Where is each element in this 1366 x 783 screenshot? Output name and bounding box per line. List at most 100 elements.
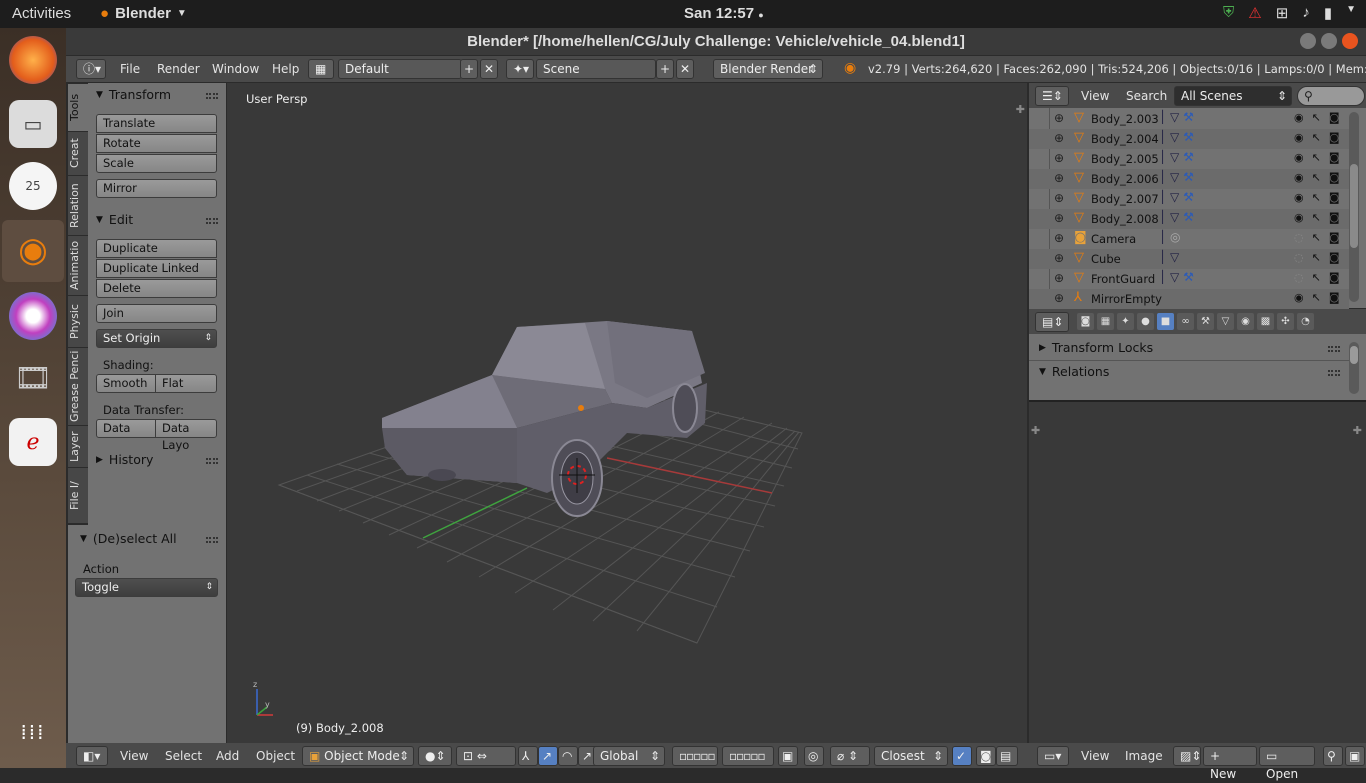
render-button[interactable]: ◙ (976, 746, 996, 766)
editor-type-button[interactable]: ▤⇕ (1035, 312, 1069, 332)
eye-icon[interactable]: ◉ (1294, 291, 1304, 304)
scrollbar-thumb[interactable] (1350, 164, 1358, 248)
mesh-data-icon[interactable]: ▽ (1170, 270, 1179, 284)
battery-icon[interactable]: ▮ (1324, 4, 1332, 22)
outliner-row[interactable]: ⊕ ⅄ MirrorEmpty ◉ ↖ ◙ (1029, 289, 1349, 309)
constraints-tab-icon[interactable]: ∞ (1177, 313, 1194, 330)
mirror-button[interactable]: Mirror (96, 179, 217, 198)
eye-icon[interactable]: ◉ (1294, 111, 1304, 124)
translate-manipulator[interactable]: ↗ (538, 746, 558, 766)
menu-object[interactable]: Object (256, 749, 295, 763)
render-animation-button[interactable]: ▤ (996, 746, 1018, 766)
viewport-shading-select[interactable]: ●⇕ (418, 746, 452, 766)
layers-row-1[interactable]: ▫▫▫▫▫ (672, 746, 718, 766)
editor-type-button[interactable]: ◧▾ (76, 746, 108, 766)
object-name[interactable]: Body_2.004 (1091, 132, 1159, 146)
manipulator-toggle[interactable]: ⅄ (518, 746, 538, 766)
proportional-edit-toggle[interactable]: ◎ (804, 746, 824, 766)
minimize-button[interactable] (1300, 33, 1316, 49)
tab-create[interactable]: Creat (68, 131, 88, 175)
add-layout-button[interactable]: + (460, 59, 478, 79)
display-mode-select[interactable]: All Scenes ⇕ (1174, 86, 1292, 106)
object-tab-icon[interactable]: ■ (1157, 313, 1174, 330)
eye-icon[interactable]: ◌ (1294, 271, 1304, 284)
image-browse-button[interactable]: ▨⇕ (1173, 746, 1201, 766)
menu-image[interactable]: Image (1125, 749, 1163, 763)
eye-icon[interactable]: ◉ (1294, 131, 1304, 144)
wifi-icon[interactable]: ⚠ (1248, 4, 1261, 22)
open-image-button[interactable]: ▭ Open (1259, 746, 1315, 781)
camera-icon[interactable]: ◙ (1329, 251, 1340, 264)
object-name[interactable]: Body_2.005 (1091, 152, 1159, 166)
3d-viewport[interactable]: User Persp ✚ z y (9) Body_2.008 (227, 83, 1027, 743)
relations-panel-header[interactable]: ▼ Relations (1039, 364, 1109, 379)
world-tab-icon[interactable]: ● (1137, 313, 1154, 330)
maximize-button[interactable] (1321, 33, 1337, 49)
camera-icon[interactable]: ◙ (1329, 151, 1340, 164)
pivot-select[interactable]: ⊡ ⇔ (456, 746, 516, 766)
wrench-icon[interactable]: ⚒ (1183, 130, 1194, 144)
data-layout-button[interactable]: Data Layo (155, 419, 217, 452)
tab-layer[interactable]: Layer (68, 425, 88, 467)
drag-grip-icon[interactable] (206, 218, 218, 224)
menu-select[interactable]: Select (165, 749, 202, 763)
expand-icon[interactable]: ⊕ (1054, 171, 1064, 185)
outliner-row[interactable]: ⊕ ▽ Body_2.006 │ ▽ ⚒ ◉ ↖ ◙ (1029, 169, 1349, 189)
object-name[interactable]: FrontGuard (1091, 272, 1155, 286)
camera-data-icon[interactable]: ◎ (1170, 230, 1180, 244)
snap-target-select[interactable]: Closest ⇕ (874, 746, 948, 766)
remove-scene-button[interactable]: ✕ (676, 59, 694, 79)
firefox-icon[interactable] (9, 36, 57, 84)
outliner-row[interactable]: ⊕ ▽ Body_2.008 │ ▽ ⚒ ◉ ↖ ◙ (1029, 209, 1349, 229)
video-editor-icon[interactable]: 🎞 (9, 354, 57, 402)
expand-icon[interactable]: ⊕ (1054, 291, 1064, 305)
cursor-icon[interactable]: ↖ (1312, 111, 1321, 124)
chevron-down-icon[interactable]: ▼ (1346, 4, 1356, 22)
cursor-icon[interactable]: ↖ (1312, 251, 1321, 264)
history-panel-header[interactable]: ▶ History (96, 452, 153, 467)
menu-render[interactable]: Render (157, 62, 200, 76)
action-select[interactable]: Toggle ⇕ (75, 578, 218, 597)
camera-icon[interactable]: ◙ (1329, 191, 1340, 204)
object-name[interactable]: MirrorEmpty (1091, 292, 1162, 306)
editor-type-button[interactable]: ⓘ▾ (76, 59, 106, 79)
duplicate-button[interactable]: Duplicate (96, 239, 217, 258)
cursor-icon[interactable]: ↖ (1312, 291, 1321, 304)
cursor-icon[interactable]: ↖ (1312, 131, 1321, 144)
expand-icon[interactable]: ⊕ (1054, 271, 1064, 285)
edit-panel-header[interactable]: ▼ Edit (96, 212, 133, 227)
drag-grip-icon[interactable] (206, 458, 218, 464)
scrollbar-thumb[interactable] (1350, 346, 1358, 364)
close-button[interactable] (1342, 33, 1358, 49)
editor-type-button[interactable]: ▭▾ (1037, 746, 1069, 766)
tab-physics[interactable]: Physic (68, 295, 88, 347)
set-origin-select[interactable]: Set Origin ⇕ (96, 329, 217, 348)
flat-button[interactable]: Flat (155, 374, 217, 393)
scene-icon-button[interactable]: ✦▾ (506, 59, 534, 79)
wrench-icon[interactable]: ⚒ (1183, 110, 1194, 124)
outliner-row[interactable]: ⊕ ▽ Body_2.004 │ ▽ ⚒ ◉ ↖ ◙ (1029, 129, 1349, 149)
menu-file[interactable]: File (120, 62, 140, 76)
app-menu[interactable]: ● Blender ▼ (100, 5, 187, 22)
camera-icon[interactable]: ◙ (1329, 211, 1340, 224)
mode-select[interactable]: ▣ Object Mode ⇕ (302, 746, 414, 766)
camera-icon[interactable]: ◙ (1329, 271, 1340, 284)
menu-view[interactable]: View (1081, 749, 1109, 763)
outliner-row[interactable]: ⊕ ▽ Body_2.007 │ ▽ ⚒ ◉ ↖ ◙ (1029, 189, 1349, 209)
shield-icon[interactable]: ⛨ (1223, 4, 1234, 22)
layout-icon-button[interactable]: ▦ (308, 59, 334, 79)
snap-align-toggle[interactable]: ✓ (952, 746, 972, 766)
object-name[interactable]: Body_2.006 (1091, 172, 1159, 186)
transform-panel-header[interactable]: ▼ Transform (96, 87, 171, 102)
wrench-icon[interactable]: ⚒ (1183, 170, 1194, 184)
eye-icon[interactable]: ◌ (1294, 231, 1304, 244)
menu-view[interactable]: View (120, 749, 148, 763)
search-input[interactable]: ⚲ (1297, 86, 1365, 106)
cursor-icon[interactable]: ↖ (1312, 191, 1321, 204)
scale-button[interactable]: Scale (96, 154, 217, 173)
krita-icon[interactable] (9, 292, 57, 340)
tab-grease-pencil[interactable]: Grease Penci (68, 347, 88, 425)
material-tab-icon[interactable]: ◉ (1237, 313, 1254, 330)
expand-icon[interactable]: ⊕ (1054, 111, 1064, 125)
outliner-row[interactable]: ⊕ ▽ FrontGuard │ ▽ ⚒ ◌ ↖ ◙ (1029, 269, 1349, 289)
